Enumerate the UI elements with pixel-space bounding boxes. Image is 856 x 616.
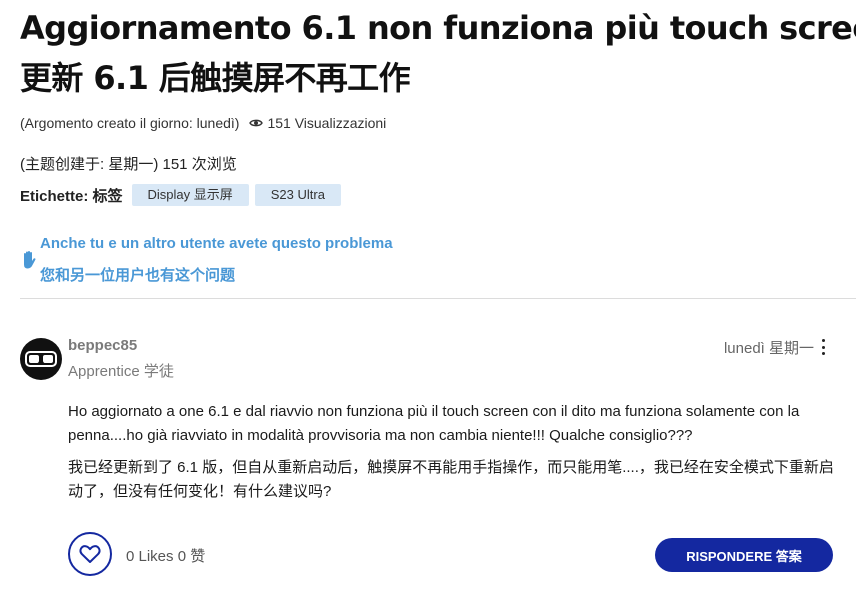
me-too-label-chinese[interactable]: 您和另一位用户也有这个问题 bbox=[40, 260, 393, 292]
author-rank: Apprentice 学徒 bbox=[68, 363, 174, 380]
tag-display[interactable]: Display 显示屏 bbox=[131, 184, 249, 206]
me-too-button[interactable]: Anche tu e un altro utente avete questo … bbox=[20, 228, 393, 292]
post-body-italian: Ho aggiornato a one 6.1 e dal riavvio no… bbox=[68, 403, 800, 444]
vr-headset-icon bbox=[25, 351, 57, 367]
labels-heading: Etichette: 标签 bbox=[20, 187, 123, 205]
page-title-italian: Aggiornamento 6.1 non funziona più touch… bbox=[20, 9, 856, 47]
created-date-italian: (Argomento creato il giorno: lunedì) bbox=[20, 115, 240, 131]
tag-s23-ultra[interactable]: S23 Ultra bbox=[254, 184, 341, 206]
hand-icon bbox=[20, 250, 38, 270]
heart-icon bbox=[79, 545, 101, 563]
post-body-chinese: 我已经更新到了 6.1 版，但自从重新启动后，触摸屏不再能用手指操作，而只能用笔… bbox=[68, 459, 834, 500]
views-label: 151 Visualizzazioni bbox=[267, 115, 387, 131]
views-count: 151 Visualizzazioni bbox=[249, 115, 386, 131]
like-button[interactable] bbox=[68, 532, 112, 576]
author-name[interactable]: beppec85 bbox=[68, 337, 137, 354]
avatar[interactable] bbox=[20, 338, 62, 380]
topic-meta: (Argomento creato il giorno: lunedì) 151… bbox=[20, 115, 386, 131]
eye-icon bbox=[249, 118, 264, 128]
labels-row: Etichette: 标签 Display 显示屏 S23 Ultra bbox=[20, 184, 347, 206]
more-options-icon[interactable] bbox=[818, 339, 828, 355]
forum-topic-page: Aggiornamento 6.1 non funziona più touch… bbox=[0, 0, 856, 616]
me-too-label-italian[interactable]: Anche tu e un altro utente avete questo … bbox=[40, 228, 393, 260]
page-title-chinese: 更新 6.1 后触摸屏不再工作 bbox=[20, 59, 411, 97]
divider bbox=[20, 298, 856, 299]
reply-button[interactable]: RISPONDERE 答案 bbox=[655, 538, 833, 572]
created-views-chinese: (主题创建于: 星期一) 151 次浏览 bbox=[20, 156, 237, 173]
likes-count: 0 Likes 0 赞 bbox=[126, 548, 206, 565]
post-date: lunedì 星期一 bbox=[723, 340, 814, 357]
